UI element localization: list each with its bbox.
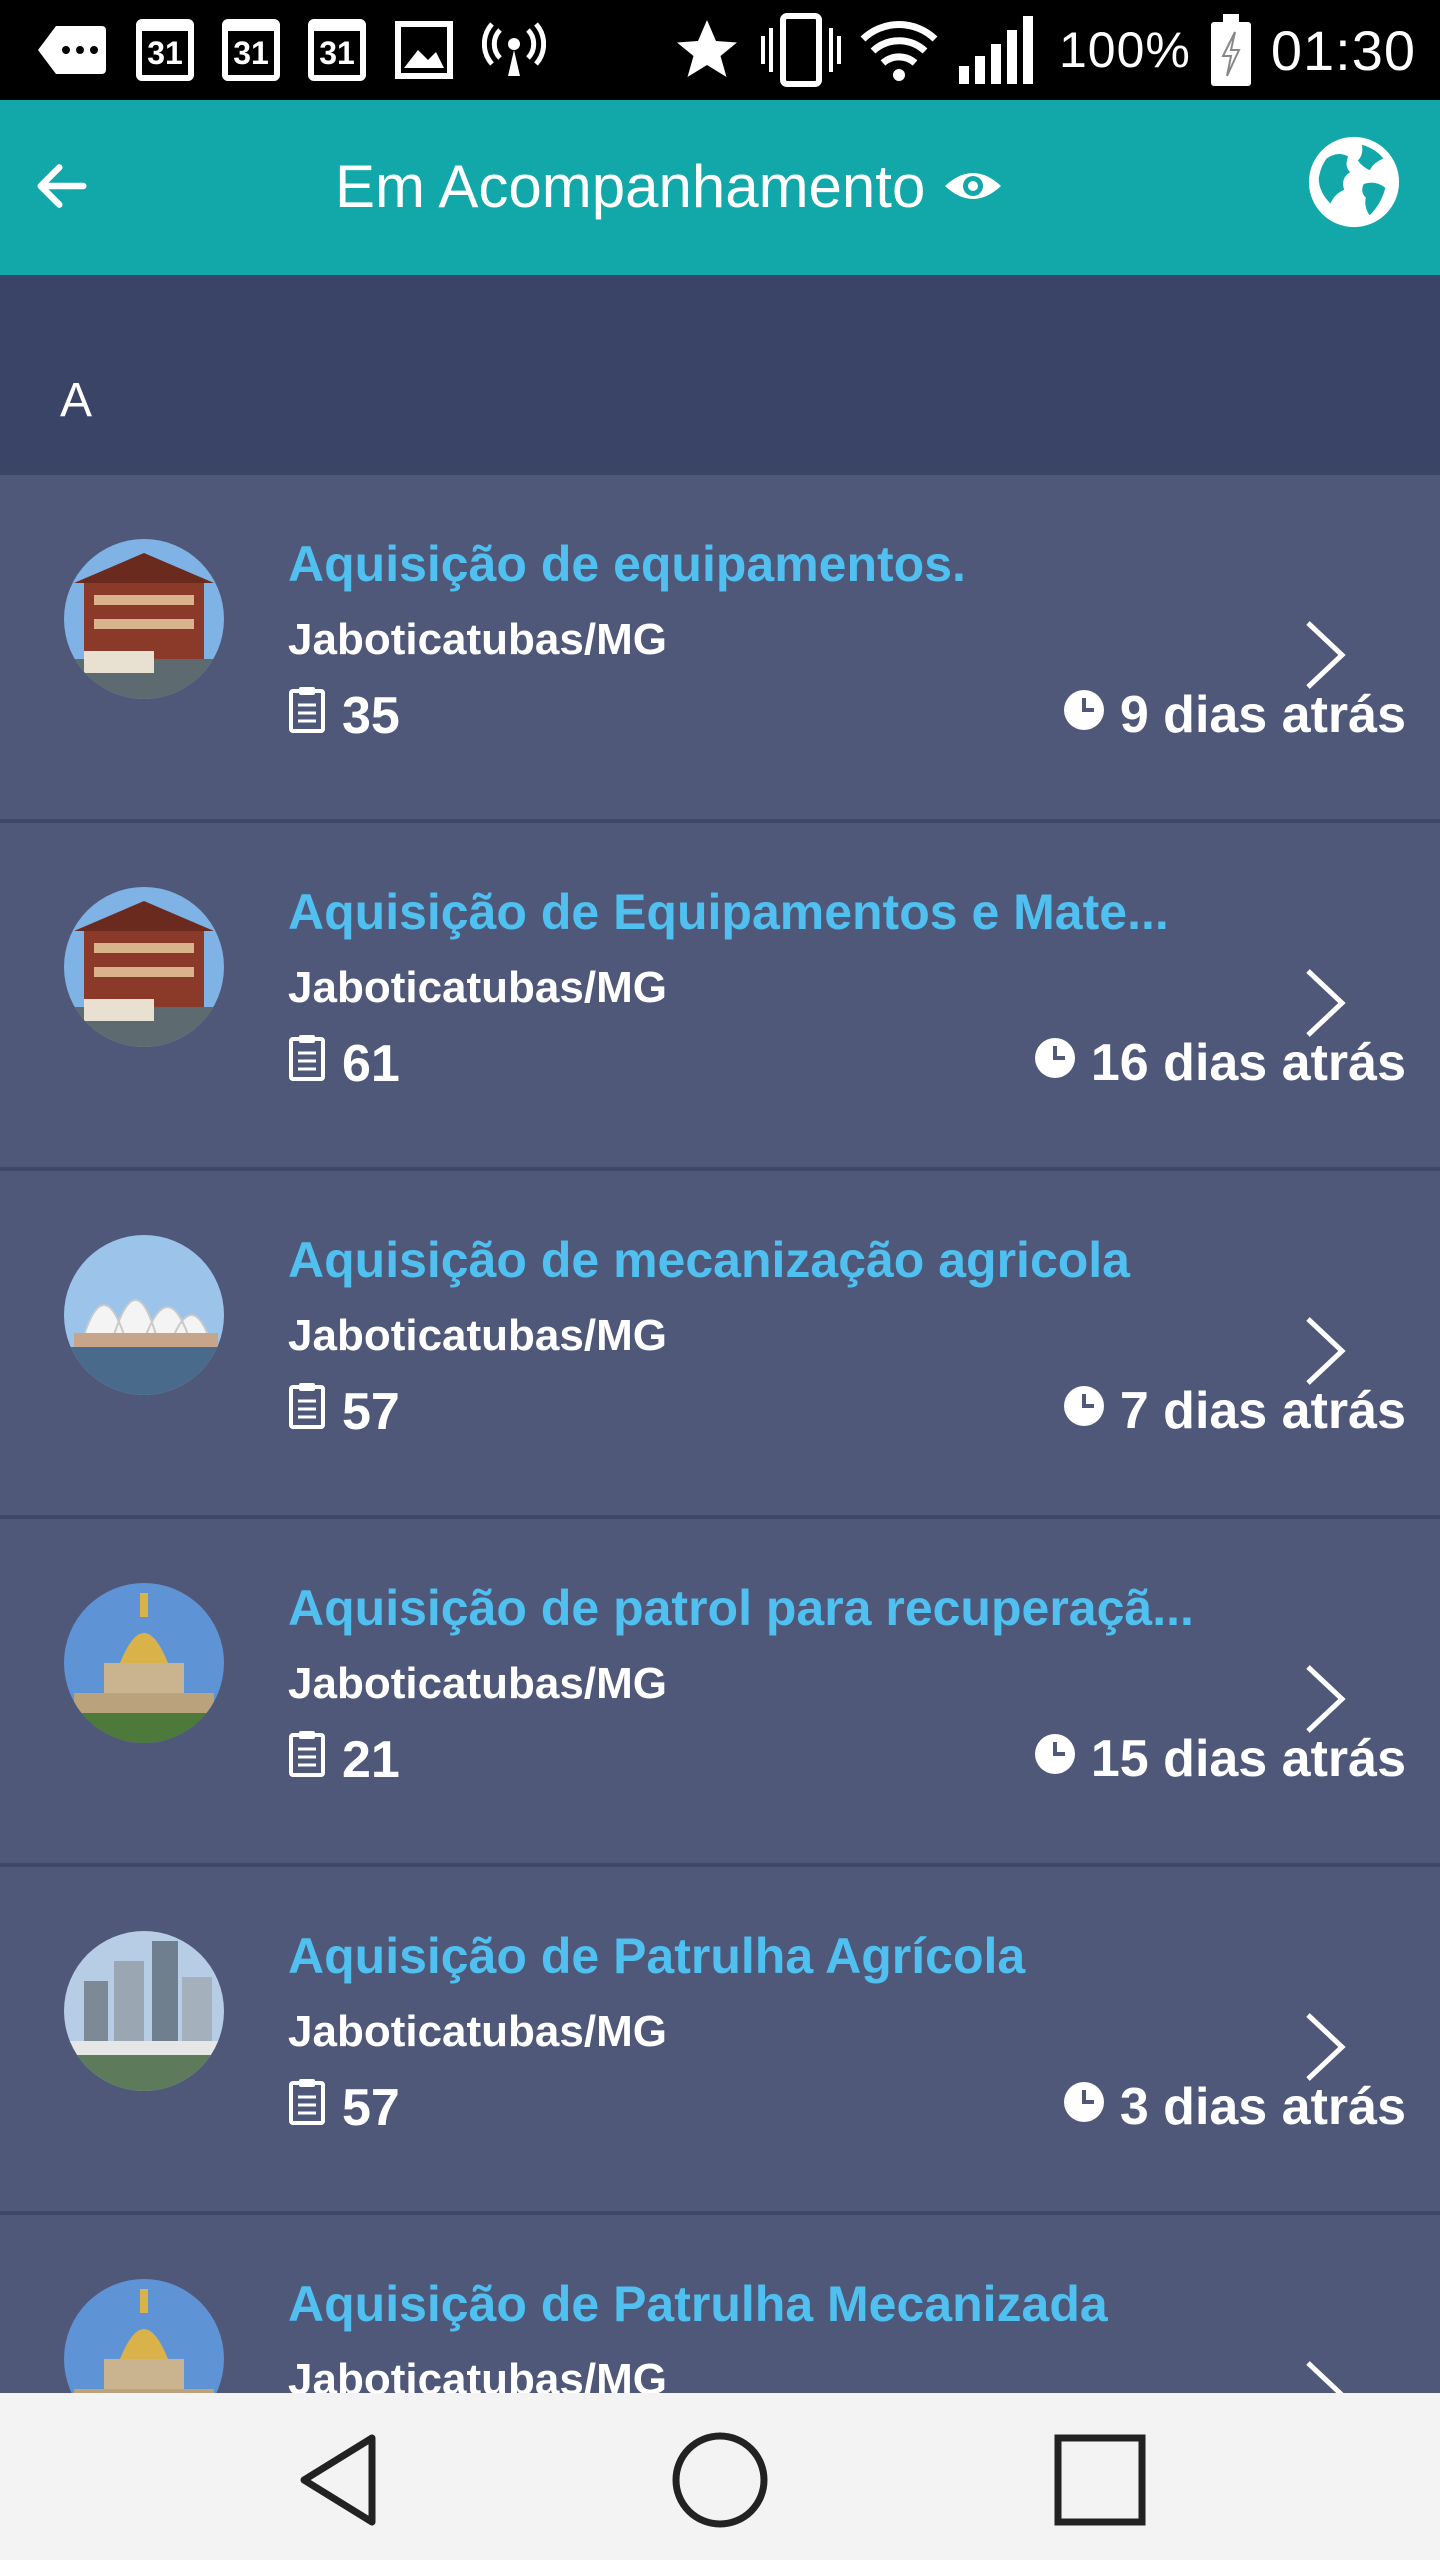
clock-icon — [1033, 1729, 1077, 1789]
thumbnail-pagoda-building — [64, 539, 224, 699]
globe-icon — [1305, 133, 1403, 236]
app-bar: Em Acompanhamento — [0, 100, 1440, 275]
item-count: 35 — [288, 685, 400, 746]
hotspot-icon — [482, 20, 546, 80]
clock: 01:30 — [1270, 18, 1416, 82]
chevron-right-icon — [1300, 2007, 1350, 2087]
chevron-right-icon — [1300, 2355, 1350, 2393]
item-place: Jaboticatubas/MG — [288, 963, 667, 1012]
list-item[interactable]: Aquisição de patrol para recuperaçã... J… — [0, 1519, 1440, 1867]
item-place: Jaboticatubas/MG — [288, 2007, 667, 2056]
section-letter: A — [60, 374, 93, 427]
vibrate-icon — [760, 12, 841, 88]
thumbnail-golden-dome — [64, 1583, 224, 1743]
item-count-value: 57 — [342, 1382, 400, 1441]
home-circle-icon — [670, 2430, 770, 2535]
wifi-icon — [859, 15, 939, 85]
star-icon — [671, 14, 743, 86]
item-time: 15 dias atrás — [1033, 1729, 1406, 1789]
item-count-value: 21 — [342, 1730, 400, 1789]
thumbnail-opera-house — [64, 1235, 224, 1395]
navigation-bar — [0, 2393, 1440, 2560]
item-time-value: 15 dias atrás — [1090, 1730, 1406, 1788]
status-bar: 31 31 31 100% 01:30 — [0, 0, 1440, 100]
item-title: Aquisição de Equipamentos e Mate... — [288, 884, 1169, 940]
item-list: Aquisição de equipamentos. Jaboticatubas… — [0, 475, 1440, 2393]
item-time-value: 3 dias atrás — [1119, 2078, 1406, 2136]
clock-icon — [1062, 685, 1106, 745]
page-title-text: Em Acompanhamento — [335, 152, 926, 220]
list-item[interactable]: Aquisição de Patrulha Agrícola Jaboticat… — [0, 1867, 1440, 2215]
clipboard-icon — [288, 685, 326, 746]
item-place: Jaboticatubas/MG — [288, 2355, 667, 2393]
globe-button[interactable] — [1304, 134, 1404, 234]
item-time: 16 dias atrás — [1033, 1033, 1406, 1093]
clipboard-icon — [288, 1381, 326, 1442]
item-count: 57 — [288, 2077, 400, 2138]
eye-icon — [943, 166, 1003, 206]
back-button[interactable] — [22, 148, 102, 228]
item-time-value: 7 dias atrás — [1119, 1382, 1406, 1440]
item-time: 3 dias atrás — [1062, 2077, 1406, 2137]
calendar-icon: 31 — [136, 19, 194, 81]
clipboard-icon — [288, 1033, 326, 1094]
clock-icon — [1062, 2077, 1106, 2137]
list-item[interactable]: Aquisição de equipamentos. Jaboticatubas… — [0, 475, 1440, 823]
section-header: A — [0, 275, 1440, 475]
item-title: Aquisição de Patrulha Mecanizada — [288, 2276, 1108, 2332]
item-title: Aquisição de Patrulha Agrícola — [288, 1928, 1026, 1984]
item-title: Aquisição de patrol para recuperaçã... — [288, 1580, 1194, 1636]
item-count-value: 57 — [342, 2078, 400, 2137]
arrow-left-icon — [30, 154, 94, 223]
clipboard-icon — [288, 2077, 326, 2138]
calendar-icon: 31 — [222, 19, 280, 81]
recents-square-icon — [1050, 2430, 1150, 2535]
clock-icon — [1033, 1033, 1077, 1093]
thumbnail-golden-dome — [64, 2279, 224, 2393]
back-triangle-icon — [290, 2430, 390, 2535]
item-count: 21 — [288, 1729, 400, 1790]
chevron-right-icon — [1300, 963, 1350, 1043]
item-count-value: 61 — [342, 1034, 400, 1093]
clock-icon — [1062, 1381, 1106, 1441]
nav-recents-button[interactable] — [1045, 2427, 1155, 2537]
chevron-right-icon — [1300, 1311, 1350, 1391]
item-time-value: 9 dias atrás — [1119, 686, 1406, 744]
item-count: 57 — [288, 1381, 400, 1442]
nav-back-button[interactable] — [285, 2427, 395, 2537]
chevron-right-icon — [1300, 1659, 1350, 1739]
item-time: 9 dias atrás — [1062, 685, 1406, 745]
list-item[interactable]: Aquisição de Patrulha Mecanizada Jabotic… — [0, 2215, 1440, 2393]
item-time: 7 dias atrás — [1062, 1381, 1406, 1441]
item-title: Aquisição de mecanização agricola — [288, 1232, 1130, 1288]
image-icon — [394, 20, 454, 80]
nav-home-button[interactable] — [665, 2427, 775, 2537]
page-title: Em Acompanhamento — [335, 136, 1003, 236]
battery-percent: 100% — [1058, 22, 1191, 78]
item-place: Jaboticatubas/MG — [288, 1659, 667, 1708]
item-time-value: 16 dias atrás — [1090, 1034, 1406, 1092]
clipboard-icon — [288, 1729, 326, 1790]
list-item[interactable]: Aquisição de Equipamentos e Mate... Jabo… — [0, 823, 1440, 1171]
item-place: Jaboticatubas/MG — [288, 1311, 667, 1360]
item-count-value: 35 — [342, 686, 400, 745]
chat-icon — [36, 22, 108, 78]
calendar-icon: 31 — [308, 19, 366, 81]
item-place: Jaboticatubas/MG — [288, 615, 667, 664]
thumbnail-city-skyline — [64, 1931, 224, 2091]
item-title: Aquisição de equipamentos. — [288, 536, 966, 592]
chevron-right-icon — [1300, 615, 1350, 695]
item-count: 61 — [288, 1033, 400, 1094]
battery-icon — [1209, 12, 1253, 88]
thumbnail-pagoda-building — [64, 887, 224, 1047]
list-item[interactable]: Aquisição de mecanização agricola Jaboti… — [0, 1171, 1440, 1519]
signal-icon — [957, 14, 1041, 86]
